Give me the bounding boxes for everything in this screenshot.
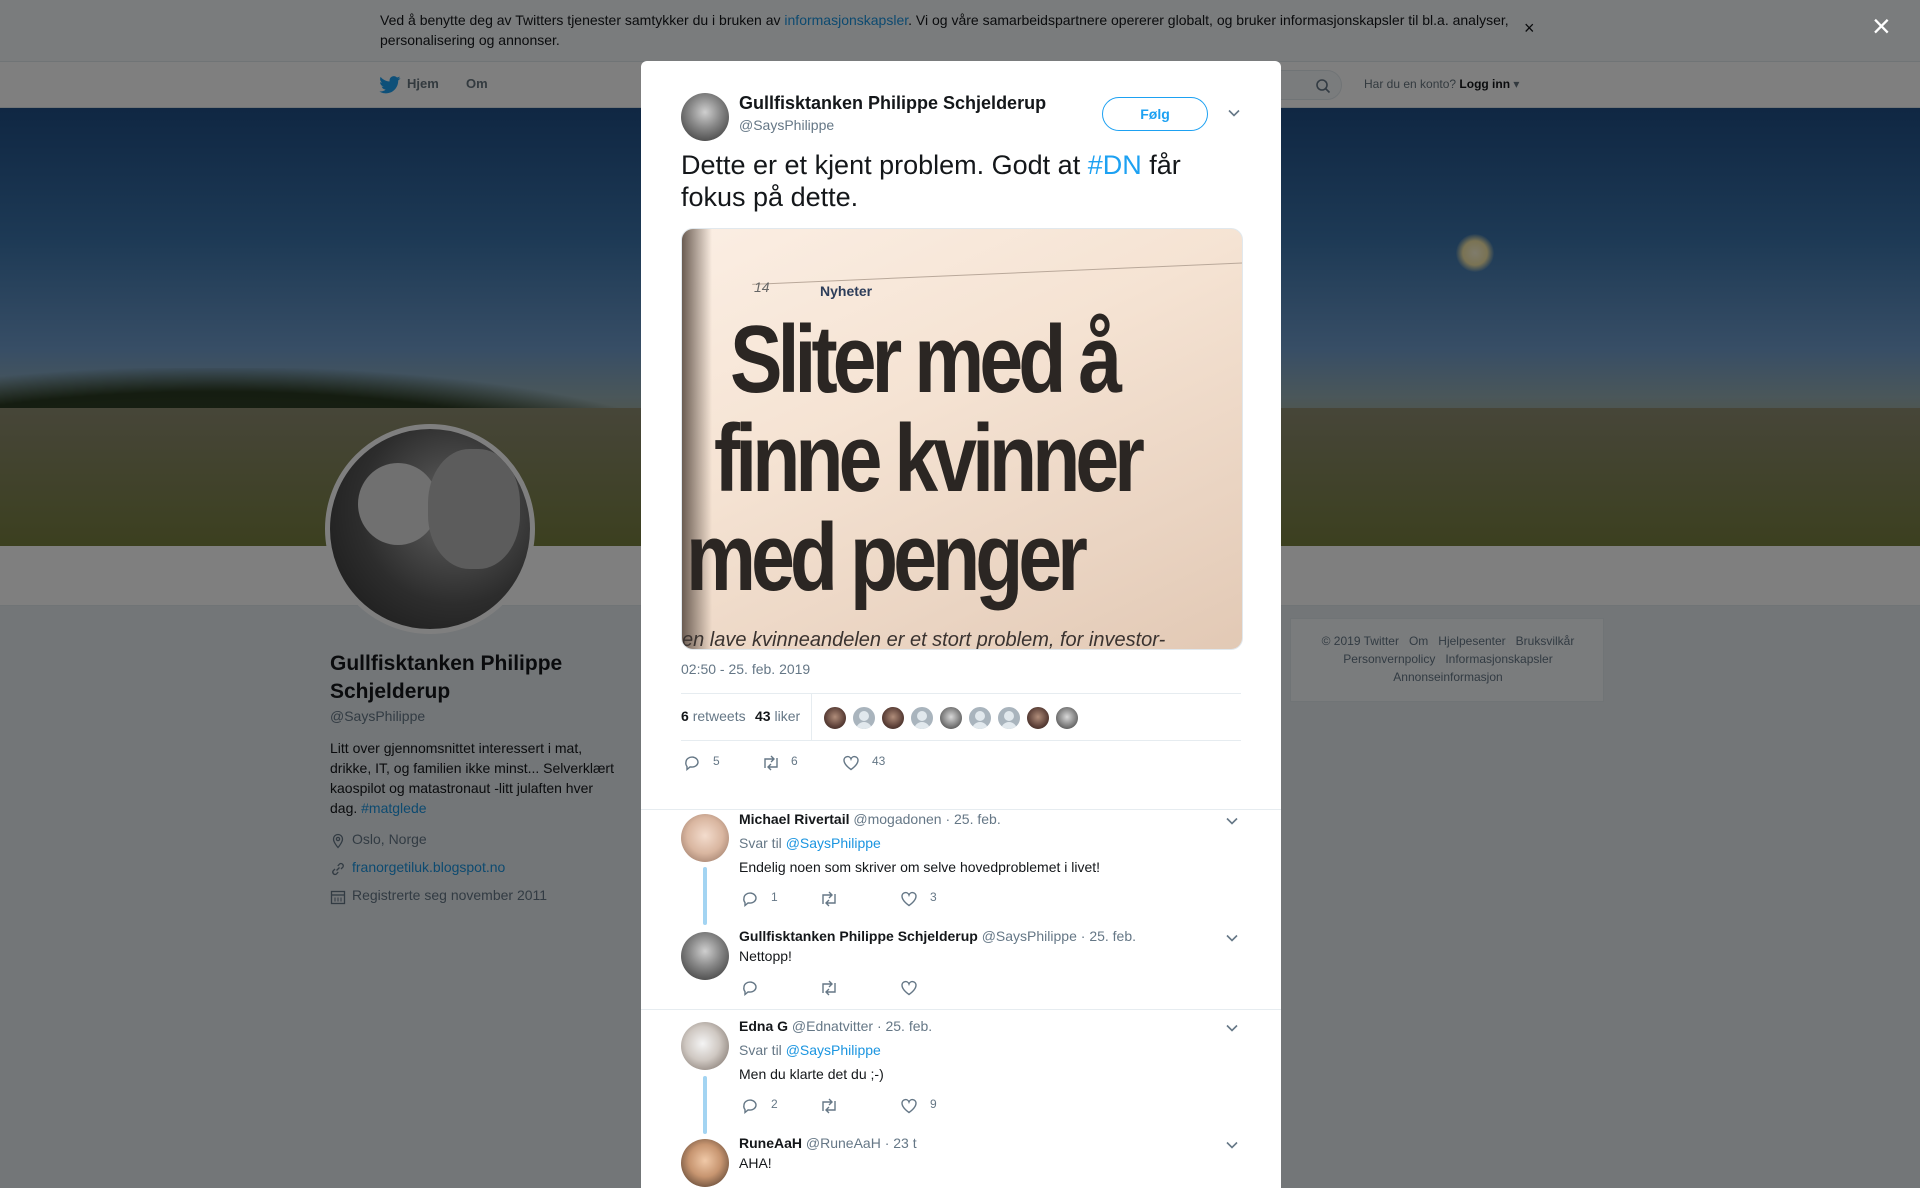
- tweet-hashtag[interactable]: #DN: [1088, 150, 1142, 180]
- image-headline-line: med penger: [686, 504, 1088, 611]
- retweet-icon: [764, 755, 778, 771]
- heart-icon: [901, 891, 917, 907]
- tweet-author-handle[interactable]: @SaysPhilippe: [739, 117, 834, 133]
- reply-handle[interactable]: @SaysPhilippe: [982, 928, 1077, 944]
- heart-icon: [901, 980, 917, 996]
- reply-date[interactable]: · 23 t: [885, 1135, 917, 1151]
- tweet-text: Dette er et kjent problem. Godt at #DN f…: [681, 150, 1181, 212]
- reply-icon: [743, 981, 757, 996]
- liker-avatar[interactable]: [910, 706, 934, 730]
- reply-name[interactable]: Gullfisktanken Philippe Schjelderup: [739, 928, 978, 944]
- reply-name[interactable]: RuneAaH: [739, 1135, 802, 1151]
- reply-text: Endelig noen som skriver om selve hovedp…: [739, 859, 1101, 875]
- reply-handle[interactable]: @Ednatvitter: [792, 1018, 873, 1034]
- reply-to: Svar til @SaysPhilippe: [739, 1042, 881, 1058]
- reply-header: Gullfisktanken Philippe Schjelderup @Say…: [739, 928, 1136, 944]
- reply-handle[interactable]: @RuneAaH: [806, 1135, 881, 1151]
- reply-to-link[interactable]: @SaysPhilippe: [786, 835, 881, 851]
- reply-to-link[interactable]: @SaysPhilippe: [786, 1042, 881, 1058]
- liker-avatar[interactable]: [1026, 706, 1050, 730]
- reply-header: Edna G @Ednatvitter · 25. feb.: [739, 1018, 932, 1034]
- reply-icon: [743, 892, 757, 907]
- image-page-number: 14: [754, 279, 770, 295]
- image-section: Nyheter: [820, 283, 873, 299]
- liker-avatar[interactable]: [939, 706, 963, 730]
- thread-line: [703, 1076, 707, 1134]
- retweet-icon: [822, 891, 836, 907]
- image-headline-line: Sliter med å: [730, 306, 1122, 413]
- liker-avatar[interactable]: [1055, 706, 1079, 730]
- heart-icon: [843, 755, 859, 771]
- reply-name[interactable]: Edna G: [739, 1018, 788, 1034]
- chevron-down-icon[interactable]: [1226, 105, 1242, 121]
- reply-text: Nettopp!: [739, 948, 792, 964]
- chevron-down-icon[interactable]: [1224, 813, 1240, 829]
- like-count[interactable]: 43 liker: [755, 708, 800, 724]
- liker-avatar[interactable]: [823, 706, 847, 730]
- reply-date[interactable]: · 25. feb.: [877, 1018, 932, 1034]
- liker-avatar[interactable]: [881, 706, 905, 730]
- liker-avatar[interactable]: [968, 706, 992, 730]
- liker-avatar[interactable]: [997, 706, 1021, 730]
- chevron-down-icon[interactable]: [1224, 930, 1240, 946]
- heart-icon: [901, 1098, 917, 1114]
- close-icon[interactable]: ×: [1872, 10, 1891, 42]
- chevron-down-icon[interactable]: [1224, 1137, 1240, 1153]
- reply-avatar[interactable]: [681, 814, 729, 862]
- tweet-author-name[interactable]: Gullfisktanken Philippe Schjelderup: [739, 93, 1046, 114]
- reply-avatar[interactable]: [681, 1022, 729, 1070]
- tweet-timestamp[interactable]: 02:50 - 25. feb. 2019: [681, 661, 810, 677]
- tweet-author-avatar[interactable]: [681, 93, 729, 141]
- reply-to: Svar til @SaysPhilippe: [739, 835, 881, 851]
- reply-name[interactable]: Michael Rivertail: [739, 811, 850, 827]
- reply-avatar[interactable]: [681, 1139, 729, 1187]
- image-subline: en lave kvinneandelen er et stort proble…: [682, 629, 1166, 650]
- liker-avatar[interactable]: [852, 706, 876, 730]
- thread-line: [703, 867, 707, 925]
- thread-divider: [641, 1009, 1281, 1010]
- tweet-image[interactable]: 14 Nyheter Sliter med å finne kvinner me…: [681, 228, 1243, 650]
- retweet-icon: [822, 980, 836, 996]
- chevron-down-icon[interactable]: [1224, 1020, 1240, 1036]
- reply-avatar[interactable]: [681, 932, 729, 980]
- reply-handle[interactable]: @mogadonen: [853, 811, 941, 827]
- reply-text: Men du klarte det du ;-): [739, 1066, 884, 1082]
- reply-icon: [743, 1099, 757, 1114]
- tweet-modal: Gullfisktanken Philippe Schjelderup @Say…: [641, 61, 1281, 1188]
- section-divider: [641, 809, 1281, 810]
- stats-divider: [811, 694, 812, 740]
- follow-button[interactable]: Følg: [1102, 97, 1208, 131]
- image-headline-line: finne kvinner: [714, 405, 1145, 512]
- image-rule: [752, 262, 1242, 285]
- reply-date[interactable]: · 25. feb.: [1081, 928, 1136, 944]
- reply-icon: [685, 756, 699, 771]
- reply-text: AHA!: [739, 1155, 772, 1171]
- reply-date[interactable]: · 25. feb.: [945, 811, 1000, 827]
- reply-header: Michael Rivertail @mogadonen · 25. feb.: [739, 811, 1001, 827]
- retweet-count[interactable]: 6 retweets: [681, 708, 746, 724]
- retweet-icon: [822, 1098, 836, 1114]
- tweet-stats: 6 retweets 43 liker: [681, 693, 1241, 741]
- reply-header: RuneAaH @RuneAaH · 23 t: [739, 1135, 917, 1151]
